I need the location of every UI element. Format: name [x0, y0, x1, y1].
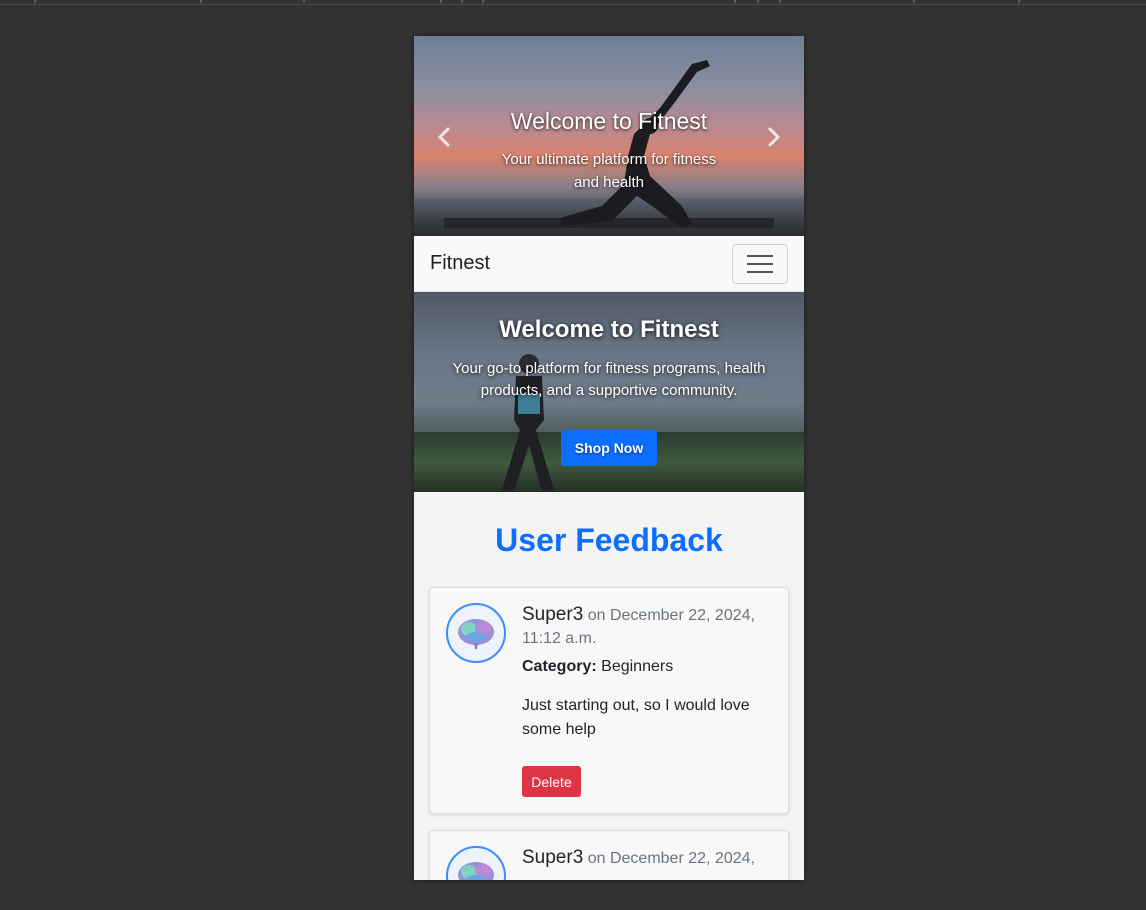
delete-button[interactable]: Delete [522, 766, 581, 797]
mobile-viewport: Welcome to Fitnest Your ultimate platfor… [414, 36, 804, 880]
carousel-subtitle: Your ultimate platform for fitness and h… [501, 151, 717, 191]
category-value: Beginners [601, 658, 674, 675]
user-feedback-section: User Feedback Super3 on December 22, 202… [414, 492, 804, 880]
hamburger-icon [747, 254, 773, 273]
feedback-username: Super3 [522, 847, 584, 868]
feedback-date: on December 22, 2024, [587, 850, 755, 867]
brain-icon [458, 862, 494, 880]
feedback-card: Super3 on December 22, 2024, [429, 830, 789, 880]
carousel-title: Welcome to Fitnest [510, 108, 708, 134]
navbar-toggle-button[interactable] [732, 243, 788, 284]
feedback-card-body: Super3 on December 22, 2024, 11:12 a.m. … [522, 603, 772, 797]
brain-icon [458, 619, 494, 649]
hero-banner: Welcome to Fitnest Your go-to platform f… [414, 292, 804, 492]
browser-top-rule [0, 0, 1146, 5]
feedback-card: Super3 on December 22, 2024, 11:12 a.m. … [429, 587, 789, 814]
navbar: Fitnest [414, 236, 804, 292]
feedback-header: Super3 on December 22, 2024, [522, 846, 772, 870]
avatar [446, 846, 506, 880]
navbar-brand[interactable]: Fitnest [430, 252, 490, 275]
category-label: Category: [522, 658, 597, 675]
shop-now-button[interactable]: Shop Now [561, 430, 657, 466]
hero-title: Welcome to Fitnest [499, 316, 719, 343]
avatar [446, 603, 506, 663]
carousel-caption: Welcome to Fitnest Your ultimate platfor… [414, 108, 804, 194]
hero-subtitle: Your go-to platform for fitness programs… [452, 360, 766, 399]
hero-carousel: Welcome to Fitnest Your ultimate platfor… [414, 36, 804, 236]
feedback-card-body: Super3 on December 22, 2024, [522, 846, 772, 880]
feedback-header: Super3 on December 22, 2024, 11:12 a.m. [522, 603, 772, 650]
hero-content: Welcome to Fitnest Your go-to platform f… [414, 316, 804, 402]
feedback-category: Category: Beginners [522, 658, 772, 676]
feedback-comment: Just starting out, so I would love some … [522, 697, 750, 738]
feedback-username: Super3 [522, 604, 584, 625]
feedback-heading: User Feedback [495, 522, 723, 558]
